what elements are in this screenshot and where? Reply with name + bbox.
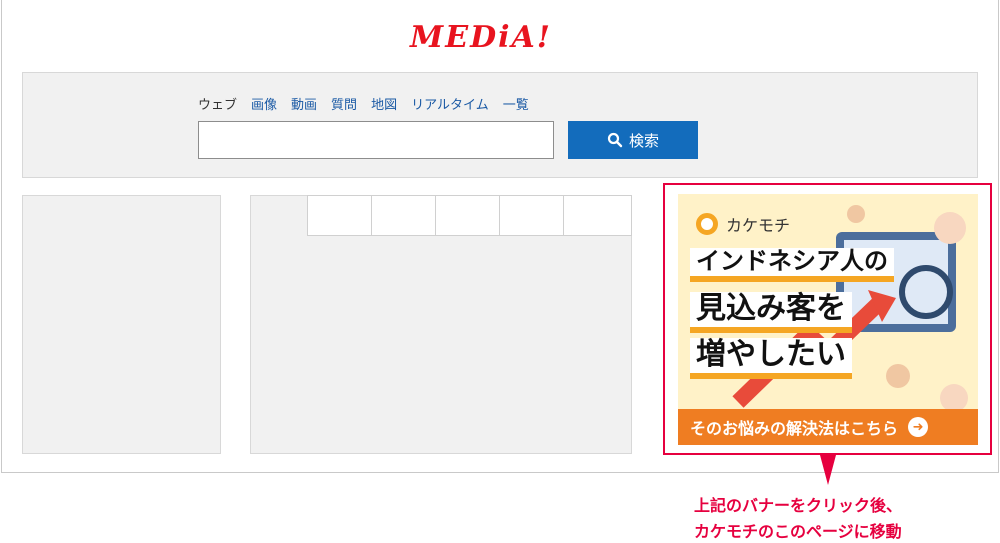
ad-banner[interactable]: カケモチ インドネシア人の 見込み客を 増やしたい そのお悩みの解決法はこちら … [678, 194, 978, 445]
ad-headline-line-3: 増やしたい [690, 337, 852, 379]
content-tab[interactable] [499, 195, 563, 236]
left-placeholder [22, 195, 221, 454]
tab-videos[interactable]: 動画 [291, 94, 317, 113]
ad-cta-button[interactable]: そのお悩みの解決法はこちら ➜ [678, 409, 978, 445]
content-tab[interactable] [371, 195, 435, 236]
search-input[interactable] [198, 121, 554, 159]
tab-maps[interactable]: 地図 [371, 94, 397, 113]
annotation-caption: 上記のバナーをクリック後、 カケモチのこのページに移動 [694, 493, 902, 543]
page: MEDiA! ウェブ 画像 動画 質問 地図 リアルタイム 一覧 検索 カケモチ… [0, 0, 1000, 543]
ad-headline-line-1: インドネシア人の [690, 247, 894, 282]
arrow-right-icon: ➜ [908, 417, 929, 437]
content-tab[interactable] [563, 195, 632, 236]
tab-web[interactable]: ウェブ [198, 94, 237, 113]
callout-pointer [820, 455, 836, 485]
search-button[interactable]: 検索 [568, 121, 698, 159]
content-tab[interactable] [307, 195, 371, 236]
ad-cta-label: そのお悩みの解決法はこちら [690, 419, 899, 438]
search-tabs: ウェブ 画像 動画 質問 地図 リアルタイム 一覧 [198, 94, 529, 113]
search-button-label: 検索 [628, 132, 659, 150]
tab-realtime[interactable]: リアルタイム [411, 94, 489, 113]
search-icon [607, 132, 623, 148]
annotation-line-1: 上記のバナーをクリック後、 [694, 496, 903, 515]
tab-images[interactable]: 画像 [251, 94, 277, 113]
site-logo[interactable]: MEDiA! [410, 20, 600, 62]
ad-headline-line-2: 見込み客を [690, 291, 852, 333]
annotation-line-2: カケモチのこのページに移動 [694, 522, 902, 541]
main-placeholder [250, 195, 632, 454]
tab-questions[interactable]: 質問 [331, 94, 357, 113]
tab-list[interactable]: 一覧 [503, 94, 529, 113]
content-tab[interactable] [435, 195, 499, 236]
search-panel: ウェブ 画像 動画 質問 地図 リアルタイム 一覧 検索 [22, 72, 978, 178]
content-tabs [307, 195, 632, 236]
